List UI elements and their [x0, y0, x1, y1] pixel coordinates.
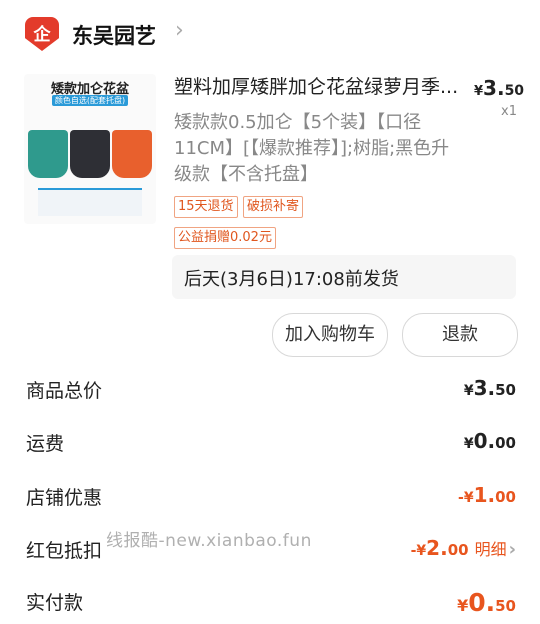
store-header[interactable]: 企 东吴园艺 ›: [0, 0, 540, 68]
unit-price-symbol: ¥: [474, 84, 484, 99]
goods-total-value: ¥3.50: [463, 376, 516, 400]
store-discount-value: -¥1.00: [458, 483, 516, 507]
thumbnail-subtitle: 颜色自选(配套托盘): [52, 95, 128, 106]
redpacket-row[interactable]: 红包抵扣 -¥2.00 明细 ›: [0, 536, 540, 572]
goods-total-row: 商品总价 ¥3.50: [0, 376, 540, 412]
store-discount-label: 店铺优惠: [26, 487, 103, 509]
store-logo-icon: 企: [25, 17, 59, 51]
shipping-text: 后天(3月6日)17:08前发货: [184, 269, 399, 290]
chevron-right-icon[interactable]: ›: [175, 18, 184, 43]
unit-price: ¥3.50: [474, 76, 524, 100]
chevron-right-icon[interactable]: ›: [509, 539, 516, 560]
paid-amount-label: 实付款: [26, 592, 84, 614]
tag-damage-resend: 破损补寄: [243, 196, 304, 218]
shipping-fee-value: ¥0.00: [463, 429, 516, 453]
shipping-info: 后天(3月6日)17:08前发货: [172, 255, 516, 299]
tag-return-15-days: 15天退货: [174, 196, 238, 218]
goods-total-label: 商品总价: [26, 380, 103, 402]
redpacket-value[interactable]: -¥2.00 明细 ›: [411, 536, 516, 560]
unit-price-dec: 50: [504, 83, 525, 99]
tag-charity-donation: 公益捐赠0.02元: [174, 227, 276, 249]
unit-price-int: 3.: [483, 76, 505, 100]
quantity: x1: [501, 104, 517, 119]
shipping-fee-row: 运费 ¥0.00: [0, 429, 540, 465]
orange-pot-image: [112, 130, 152, 178]
store-name[interactable]: 东吴园艺: [72, 20, 156, 50]
refund-button[interactable]: 退款: [402, 313, 518, 357]
product-spec: 矮款款0.5加仑【5个装】【口径11CM】[【爆款推荐】];树脂;黑色升级款【不…: [174, 112, 450, 185]
shipping-fee-label: 运费: [26, 433, 65, 455]
redpacket-detail-link[interactable]: 明细: [475, 540, 507, 559]
product-title[interactable]: 塑料加厚矮胖加仑花盆绿萝月季...: [174, 72, 460, 99]
black-pot-image: [70, 130, 110, 178]
store-discount-row: 店铺优惠 -¥1.00: [0, 483, 540, 519]
add-to-cart-button[interactable]: 加入购物车: [272, 313, 388, 357]
paid-amount-value: ¥0.50: [457, 588, 516, 617]
redpacket-label: 红包抵扣: [26, 540, 103, 562]
green-pot-image: [28, 130, 68, 178]
paid-amount-row: 实付款 ¥0.50: [0, 588, 540, 624]
product-thumbnail[interactable]: 矮款加仑花盆 颜色自选(配套托盘): [24, 74, 156, 224]
size-table-image: [38, 188, 142, 216]
store-logo-glyph: 企: [33, 25, 51, 45]
